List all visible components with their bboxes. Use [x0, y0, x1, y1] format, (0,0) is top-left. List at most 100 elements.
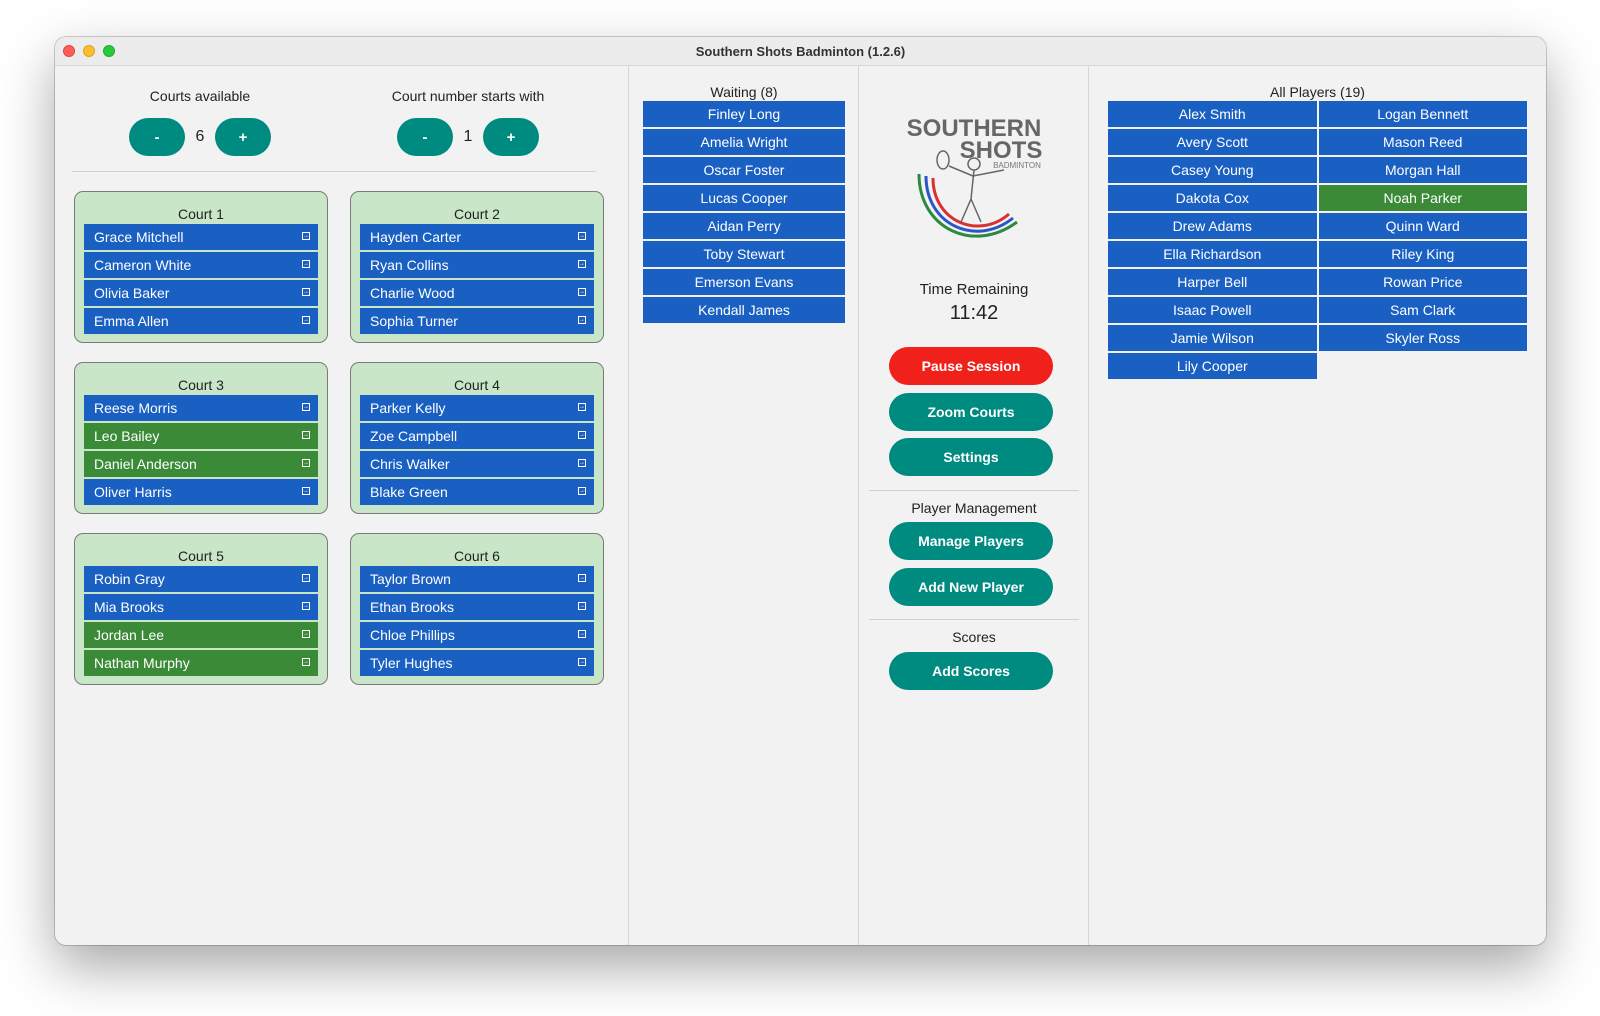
- move-to-icon[interactable]: →: [578, 574, 586, 582]
- all-players-item[interactable]: Alex Smith: [1108, 101, 1317, 127]
- all-players-item[interactable]: Avery Scott: [1108, 129, 1317, 155]
- court-player[interactable]: Grace Mitchell →: [84, 224, 318, 250]
- move-to-icon[interactable]: →: [578, 431, 586, 439]
- all-players-item[interactable]: Rowan Price: [1318, 269, 1527, 295]
- all-players-item[interactable]: Riley King: [1318, 241, 1527, 267]
- close-window-button[interactable]: [63, 45, 75, 57]
- court-player[interactable]: Jordan Lee →: [84, 622, 318, 648]
- waiting-player[interactable]: Amelia Wright: [643, 129, 845, 155]
- move-to-icon[interactable]: →: [578, 602, 586, 610]
- court-player[interactable]: Olivia Baker →: [84, 280, 318, 306]
- move-to-icon[interactable]: →: [302, 232, 310, 240]
- court-card: Court 6 Taylor Brown → Ethan Brooks → Chloe P…: [350, 533, 604, 685]
- all-players-item[interactable]: Lily Cooper: [1108, 353, 1317, 379]
- court-player[interactable]: Nathan Murphy →: [84, 650, 318, 676]
- add-scores-button[interactable]: Add Scores: [889, 652, 1053, 690]
- all-players-item[interactable]: Quinn Ward: [1318, 213, 1527, 239]
- move-to-icon[interactable]: →: [302, 658, 310, 666]
- player-name: Hayden Carter: [370, 229, 462, 245]
- player-name: Zoe Campbell: [370, 428, 458, 444]
- court-player[interactable]: Robin Gray →: [84, 566, 318, 592]
- player-name: Tyler Hughes: [370, 655, 453, 671]
- waiting-player[interactable]: Kendall James: [643, 297, 845, 323]
- court-player[interactable]: Sophia Turner →: [360, 308, 594, 334]
- court-title: Court 5: [178, 548, 224, 564]
- settings-button[interactable]: Settings: [889, 438, 1053, 476]
- move-to-icon[interactable]: →: [302, 459, 310, 467]
- move-to-icon[interactable]: →: [578, 260, 586, 268]
- move-to-icon[interactable]: →: [578, 403, 586, 411]
- waiting-player[interactable]: Emerson Evans: [643, 269, 845, 295]
- all-players-item[interactable]: Logan Bennett: [1318, 101, 1527, 127]
- court-start-decrement-button[interactable]: -: [397, 118, 453, 156]
- zoom-window-button[interactable]: [103, 45, 115, 57]
- court-player[interactable]: Parker Kelly →: [360, 395, 594, 421]
- all-players-item[interactable]: Ella Richardson: [1108, 241, 1317, 267]
- move-to-icon[interactable]: →: [302, 630, 310, 638]
- move-to-icon[interactable]: →: [578, 658, 586, 666]
- waiting-player[interactable]: Lucas Cooper: [643, 185, 845, 211]
- move-to-icon[interactable]: →: [302, 487, 310, 495]
- move-to-icon[interactable]: →: [302, 288, 310, 296]
- minimize-window-button[interactable]: [83, 45, 95, 57]
- all-players-item[interactable]: Isaac Powell: [1108, 297, 1317, 323]
- move-to-icon[interactable]: →: [578, 487, 586, 495]
- waiting-player[interactable]: Toby Stewart: [643, 241, 845, 267]
- move-to-icon[interactable]: →: [302, 316, 310, 324]
- court-player[interactable]: Ethan Brooks →: [360, 594, 594, 620]
- court-start-increment-button[interactable]: +: [483, 118, 539, 156]
- courts-increment-button[interactable]: +: [215, 118, 271, 156]
- zoom-courts-button[interactable]: Zoom Courts: [889, 393, 1053, 431]
- move-to-icon[interactable]: →: [302, 403, 310, 411]
- court-player[interactable]: Ryan Collins →: [360, 252, 594, 278]
- court-player[interactable]: Chris Walker →: [360, 451, 594, 477]
- waiting-player[interactable]: Aidan Perry: [643, 213, 845, 239]
- court-player[interactable]: Blake Green →: [360, 479, 594, 505]
- all-players-item[interactable]: Morgan Hall: [1318, 157, 1527, 183]
- all-players-item[interactable]: Jamie Wilson: [1108, 325, 1317, 351]
- southern-shots-logo: SOUTHERN SHOTS BADMINTON: [907, 115, 1042, 238]
- court-player[interactable]: Cameron White →: [84, 252, 318, 278]
- move-to-icon[interactable]: →: [302, 574, 310, 582]
- move-to-icon[interactable]: →: [578, 316, 586, 324]
- courts-available-setting: Courts available - 6 +: [115, 88, 285, 156]
- all-players-title: All Players (19): [1270, 84, 1365, 100]
- move-to-icon[interactable]: →: [578, 630, 586, 638]
- court-player[interactable]: Chloe Phillips →: [360, 622, 594, 648]
- all-players-item[interactable]: Dakota Cox: [1108, 185, 1317, 211]
- court-player[interactable]: Leo Bailey →: [84, 423, 318, 449]
- court-player[interactable]: Mia Brooks →: [84, 594, 318, 620]
- court-player-list: Hayden Carter → Ryan Collins → Charlie Wood →…: [360, 224, 594, 334]
- courts-decrement-button[interactable]: -: [129, 118, 185, 156]
- waiting-player[interactable]: Finley Long: [643, 101, 845, 127]
- move-to-icon[interactable]: →: [578, 288, 586, 296]
- pause-session-button[interactable]: Pause Session: [889, 347, 1053, 385]
- all-players-item[interactable]: Mason Reed: [1318, 129, 1527, 155]
- court-player[interactable]: Oliver Harris →: [84, 479, 318, 505]
- move-to-icon[interactable]: →: [302, 260, 310, 268]
- all-players-item[interactable]: Drew Adams: [1108, 213, 1317, 239]
- court-player[interactable]: Charlie Wood →: [360, 280, 594, 306]
- all-players-item[interactable]: Noah Parker: [1318, 185, 1527, 211]
- move-to-icon[interactable]: →: [302, 431, 310, 439]
- all-players-item[interactable]: Skyler Ross: [1318, 325, 1527, 351]
- move-to-icon[interactable]: →: [302, 602, 310, 610]
- court-player[interactable]: Emma Allen →: [84, 308, 318, 334]
- all-players-panel: All Players (19) Alex Smith Logan Bennett…: [1088, 66, 1546, 945]
- court-player[interactable]: Reese Morris →: [84, 395, 318, 421]
- all-players-item[interactable]: Harper Bell: [1108, 269, 1317, 295]
- court-player[interactable]: Taylor Brown →: [360, 566, 594, 592]
- waiting-player[interactable]: Oscar Foster: [643, 157, 845, 183]
- manage-players-button[interactable]: Manage Players: [889, 522, 1053, 560]
- player-name: Ethan Brooks: [370, 599, 455, 615]
- court-player[interactable]: Hayden Carter →: [360, 224, 594, 250]
- all-players-item[interactable]: Casey Young: [1108, 157, 1317, 183]
- move-to-icon[interactable]: →: [578, 232, 586, 240]
- court-start-setting: Court number starts with - 1 +: [373, 88, 563, 156]
- court-player[interactable]: Tyler Hughes →: [360, 650, 594, 676]
- court-player[interactable]: Zoe Campbell →: [360, 423, 594, 449]
- court-player[interactable]: Daniel Anderson →: [84, 451, 318, 477]
- move-to-icon[interactable]: →: [578, 459, 586, 467]
- add-new-player-button[interactable]: Add New Player: [889, 568, 1053, 606]
- all-players-item[interactable]: Sam Clark: [1318, 297, 1527, 323]
